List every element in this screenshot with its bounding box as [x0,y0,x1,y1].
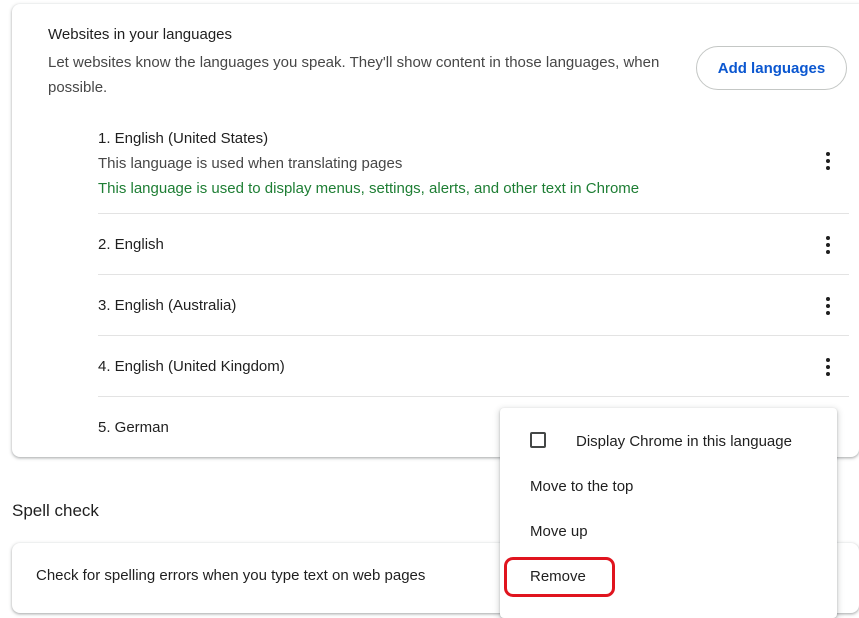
vertical-dots-icon [826,236,830,254]
language-row-english-united-states: 1. English (United States) This language… [98,116,849,214]
more-actions-button[interactable] [816,233,840,257]
language-label: 4. English (United Kingdom) [98,358,285,375]
menu-item-label: Move up [530,522,588,540]
language-label: 2. English [98,236,164,253]
checkbox[interactable] [530,432,546,448]
language-label: 3. English (Australia) [98,297,237,314]
languages-card: Websites in your languages Let websites … [12,4,859,457]
ui-language-note: This language is used to display menus, … [98,180,640,197]
language-label: 5. German [98,419,169,436]
menu-item-label: Move to the top [530,477,634,495]
language-label: 1. English (United States) [98,130,269,147]
vertical-dots-icon [826,358,830,376]
display-chrome-in-this-language-item[interactable]: Display Chrome in this language [500,421,837,461]
translation-language-note: This language is used when translating p… [98,155,403,172]
language-actions-menu: Display Chrome in this language Move to … [500,408,837,618]
vertical-dots-icon [826,152,830,170]
add-languages-button[interactable]: Add languages [696,46,847,90]
language-row-english-australia: 3. English (Australia) [98,275,849,336]
menu-item-label: Display Chrome in this language [576,432,792,450]
vertical-dots-icon [826,297,830,315]
move-up-item[interactable]: Move up [500,511,837,551]
section-title: Websites in your languages [48,26,232,43]
section-description: Let websites know the languages you spea… [48,54,660,96]
remove-item[interactable]: Remove [500,556,837,596]
language-row-english-united-kingdom: 4. English (United Kingdom) [98,336,849,397]
more-actions-button[interactable] [816,355,840,379]
more-actions-button[interactable] [816,294,840,318]
more-actions-button[interactable] [816,149,840,173]
spell-check-label: Check for spelling errors when you type … [36,567,426,584]
menu-item-label: Remove [530,567,586,585]
language-row-english: 2. English [98,214,849,275]
spell-check-heading: Spell check [12,501,99,520]
move-to-top-item[interactable]: Move to the top [500,466,837,506]
